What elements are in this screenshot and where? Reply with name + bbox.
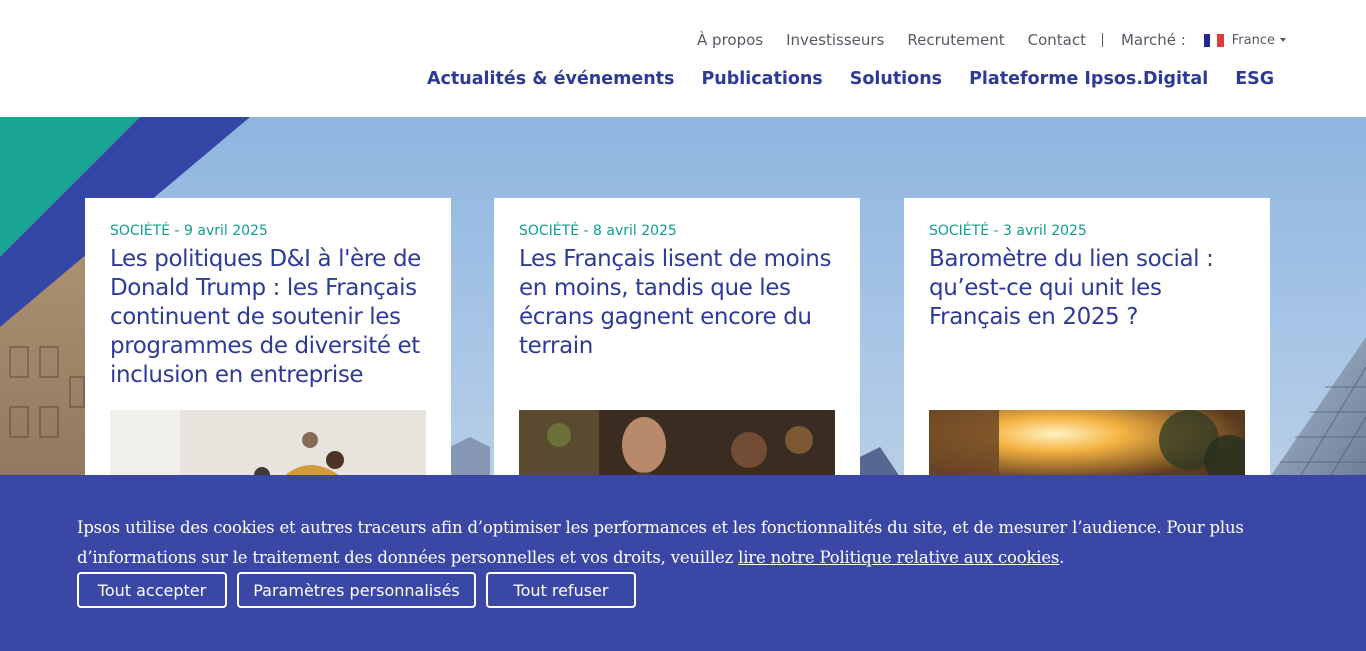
- market-value: France: [1231, 32, 1275, 48]
- chevron-down-icon: [1280, 38, 1286, 42]
- cookie-banner: Ipsos utilise des cookies et autres trac…: [0, 475, 1366, 651]
- nav-link-investors[interactable]: Investisseurs: [786, 31, 884, 49]
- france-flag-icon[interactable]: [1203, 33, 1224, 47]
- cookie-buttons: Tout accepter Paramètres personnalisés T…: [77, 572, 646, 608]
- card-meta: SOCIÉTÉ - 3 avril 2025: [929, 223, 1087, 239]
- news-card[interactable]: SOCIÉTÉ - 3 avril 2025 Baromètre du lien…: [904, 198, 1270, 488]
- cookie-text-body: Ipsos utilise des cookies et autres trac…: [77, 518, 1244, 567]
- nav-link-about[interactable]: À propos: [697, 31, 763, 49]
- news-card[interactable]: SOCIÉTÉ - 8 avril 2025 Les Français lise…: [494, 198, 860, 488]
- card-title[interactable]: Les Français lisent de moins en moins, t…: [519, 245, 835, 361]
- nav-item-esg[interactable]: ESG: [1235, 69, 1274, 89]
- site-header: À propos Investisseurs Recrutement Conta…: [0, 0, 1366, 117]
- custom-settings-button[interactable]: Paramètres personnalisés: [237, 572, 476, 608]
- cookie-text: Ipsos utilise des cookies et autres trac…: [77, 513, 1287, 573]
- cookie-policy-link[interactable]: lire notre Politique relative aux cookie…: [738, 548, 1059, 567]
- nav-link-recruitment[interactable]: Recrutement: [907, 31, 1004, 49]
- card-title[interactable]: Les politiques D&I à l'ère de Donald Tru…: [110, 245, 426, 390]
- accept-all-button[interactable]: Tout accepter: [77, 572, 227, 608]
- nav-item-publications[interactable]: Publications: [701, 69, 822, 89]
- nav-item-news-events[interactable]: Actualités & événements: [427, 69, 674, 89]
- market-label: Marché :: [1120, 31, 1186, 49]
- nav-divider: [1101, 33, 1103, 47]
- card-meta: SOCIÉTÉ - 8 avril 2025: [519, 223, 677, 239]
- utility-nav: À propos Investisseurs Recrutement Conta…: [674, 30, 1286, 50]
- refuse-all-button[interactable]: Tout refuser: [486, 572, 636, 608]
- cookie-text-end: .: [1059, 548, 1065, 567]
- nav-link-contact[interactable]: Contact: [1028, 31, 1086, 49]
- nav-item-ipsos-digital[interactable]: Plateforme Ipsos.Digital: [969, 69, 1208, 89]
- card-meta: SOCIÉTÉ - 9 avril 2025: [110, 223, 268, 239]
- card-title[interactable]: Baromètre du lien social : qu’est-ce qui…: [929, 245, 1245, 332]
- market-selector[interactable]: France: [1232, 33, 1286, 48]
- main-nav: Actualités & événements Publications Sol…: [427, 69, 1274, 89]
- nav-item-solutions[interactable]: Solutions: [850, 69, 942, 89]
- news-card[interactable]: SOCIÉTÉ - 9 avril 2025 Les politiques D&…: [85, 198, 451, 488]
